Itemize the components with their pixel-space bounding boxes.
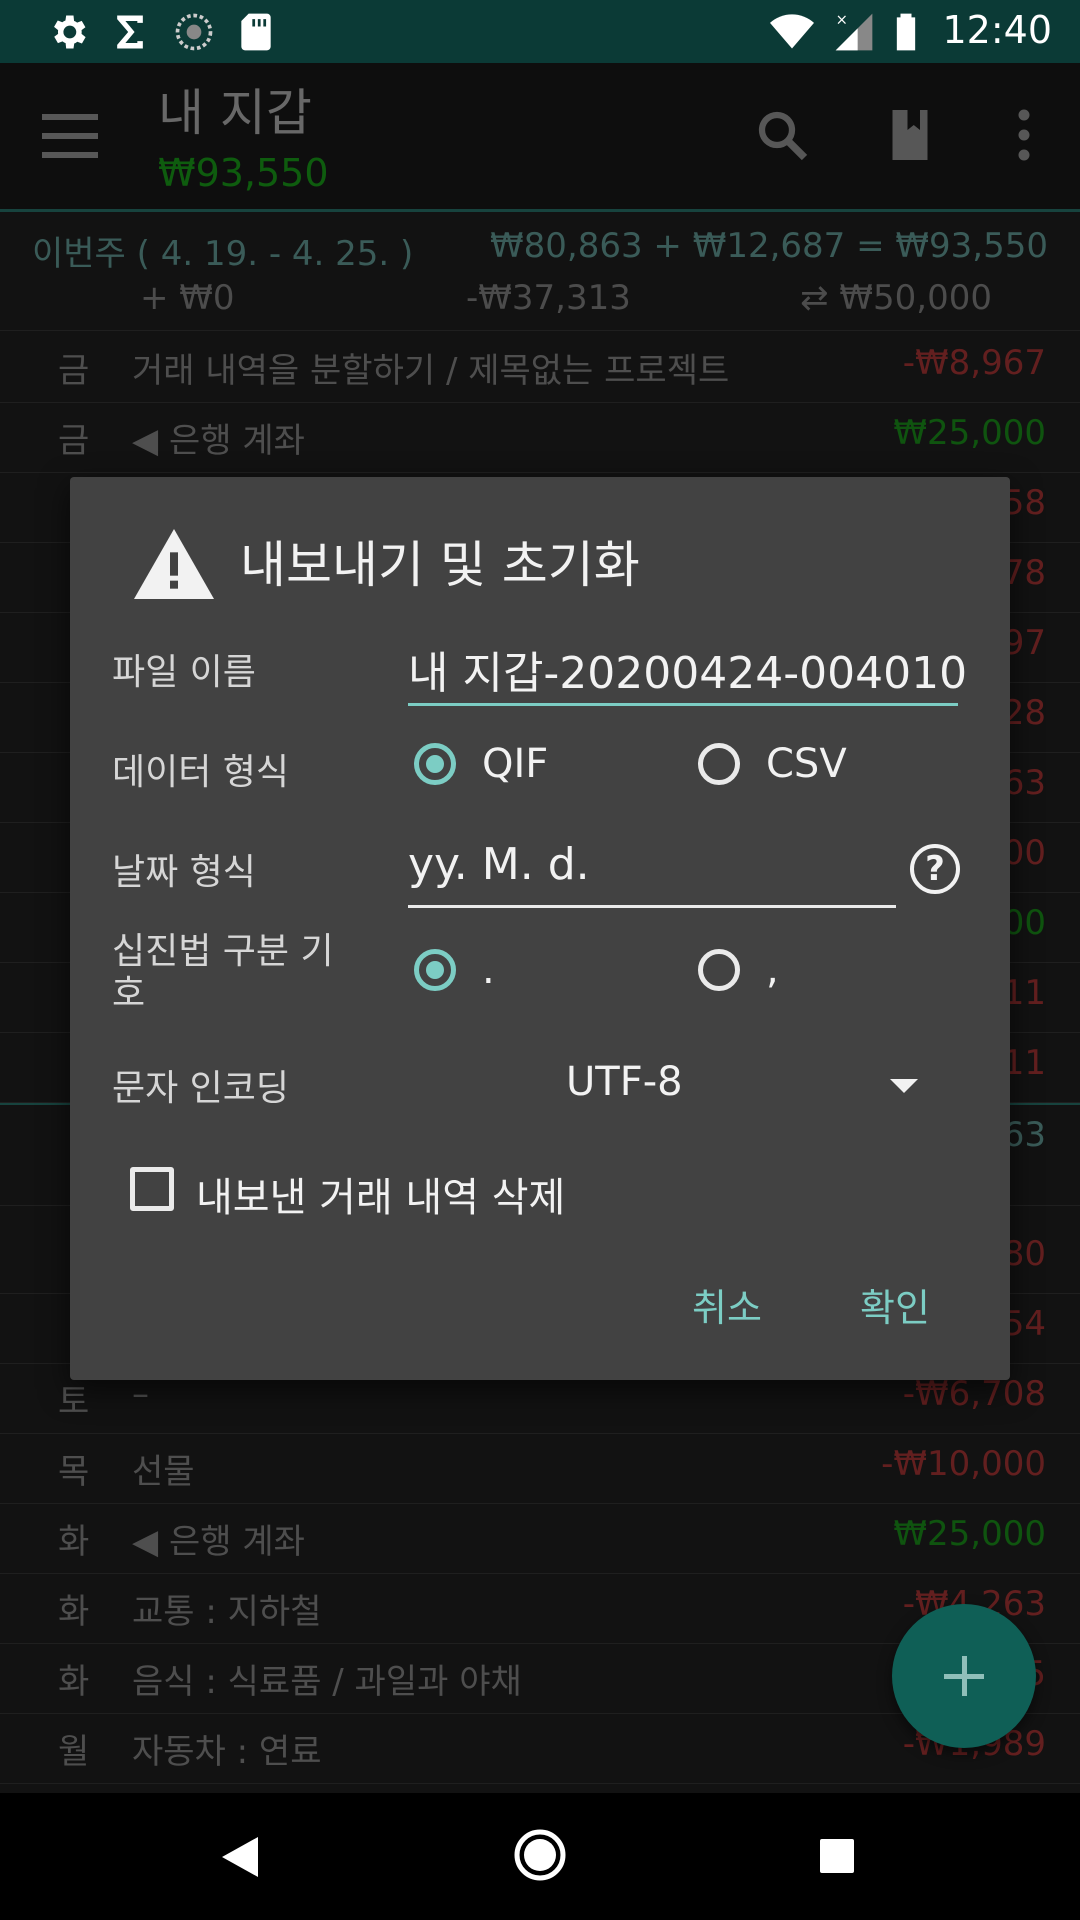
radio-decimal-comma[interactable] <box>698 949 740 991</box>
file-name-label: 파일 이름 <box>112 652 256 693</box>
delete-exported-label[interactable]: 내보낸 거래 내역 삭제 <box>196 1165 565 1223</box>
date-format-underline <box>408 905 896 908</box>
data-format-label: 데이터 형식 <box>112 752 290 793</box>
svg-text:×: × <box>836 12 848 29</box>
recents-icon[interactable] <box>820 1839 854 1873</box>
radio-decimal-dot-label[interactable]: . <box>482 947 495 993</box>
radio-decimal-comma-label[interactable]: , <box>766 947 779 993</box>
add-transaction-button[interactable] <box>892 1604 1036 1748</box>
battery-icon <box>896 13 916 51</box>
date-format-field[interactable]: yy. M. d. <box>408 839 590 890</box>
radio-decimal-dot[interactable] <box>414 949 456 991</box>
signal-icon: × <box>835 12 873 51</box>
file-name-field[interactable]: 내 지갑-20200424-004010 <box>408 637 967 701</box>
dialog-title: 내보내기 및 초기화 <box>240 536 640 594</box>
warning-icon <box>134 529 214 599</box>
export-dialog: 내보내기 및 초기화 파일 이름 내 지갑-20200424-004010 데이… <box>70 477 1010 1380</box>
gear-icon <box>54 15 86 49</box>
sigma-icon <box>117 15 143 49</box>
radio-csv-label[interactable]: CSV <box>766 741 847 787</box>
date-format-label: 날짜 형식 <box>112 852 256 893</box>
encoding-value: UTF-8 <box>566 1059 683 1105</box>
cancel-button[interactable]: 취소 <box>692 1277 762 1332</box>
radio-qif[interactable] <box>414 743 456 785</box>
home-icon[interactable] <box>514 1829 566 1881</box>
encoding-label: 문자 인코딩 <box>112 1068 290 1109</box>
radio-csv[interactable] <box>698 743 740 785</box>
navigation-bar <box>0 1793 1080 1920</box>
status-bar: × 12:40 <box>0 0 1080 63</box>
dropdown-arrow-icon <box>890 1079 918 1093</box>
sync-icon <box>175 13 213 51</box>
wifi-icon <box>770 14 814 49</box>
radio-qif-label[interactable]: QIF <box>482 741 548 787</box>
ok-button[interactable]: 확인 <box>860 1277 930 1332</box>
decimal-separator-label: 십진법 구분 기호 <box>112 931 334 1014</box>
help-icon[interactable]: ? <box>910 844 960 894</box>
delete-exported-checkbox[interactable] <box>130 1167 174 1211</box>
back-icon[interactable] <box>222 1837 258 1877</box>
clock: 12:40 <box>942 8 1052 52</box>
file-name-underline <box>408 703 958 706</box>
sd-card-icon <box>241 13 271 51</box>
